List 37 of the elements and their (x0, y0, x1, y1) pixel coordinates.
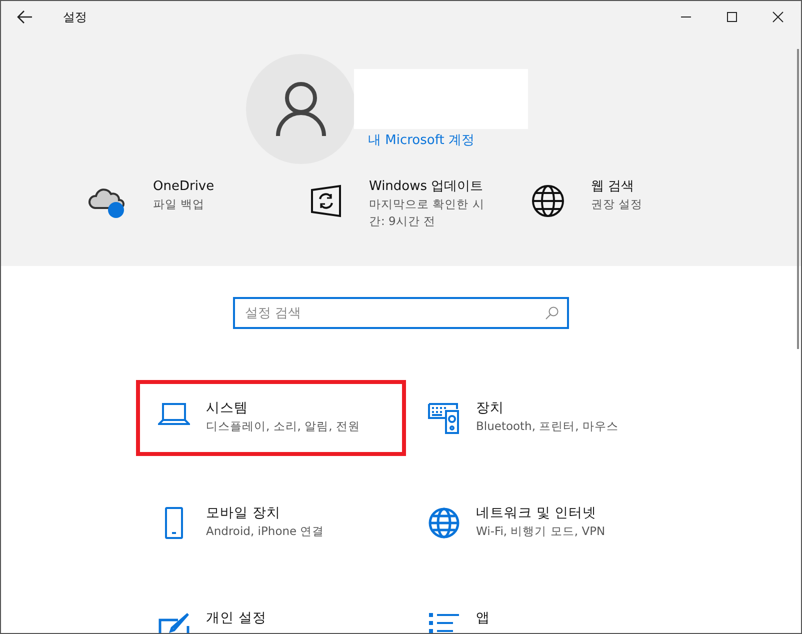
category-item[interactable]: 장치 Bluetooth, 프린터, 마우스 (406, 380, 676, 456)
search-field[interactable]: 설정 검색 (233, 297, 569, 329)
category-item[interactable]: 개인 설정 (136, 590, 406, 633)
globe-icon (428, 507, 460, 539)
category-subtitle: Wi-Fi, 비행기 모드, VPN (476, 523, 606, 540)
category-subtitle: Bluetooth, 프린터, 마우스 (476, 418, 618, 435)
keyboard-speaker-icon (428, 402, 460, 434)
quick-link-subtitle: 파일 백업 (153, 196, 206, 213)
quick-link-subtitle: 권장 설정 (591, 196, 644, 213)
maximize-icon (726, 11, 738, 23)
category-item[interactable]: 모바일 장치 Android, iPhone 연결 (136, 485, 406, 561)
category-subtitle: 디스플레이, 소리, 알림, 전원 (206, 418, 360, 435)
update-icon (309, 184, 343, 218)
search-icon (545, 306, 559, 320)
quick-link-subtitle: 마지막으로 확인한 시간: 9시간 전 (369, 196, 486, 230)
person-icon (275, 81, 327, 137)
back-arrow-icon (17, 10, 33, 24)
category-subtitle: Android, iPhone 연결 (206, 523, 324, 540)
category-title: 앱 (476, 609, 490, 628)
category-title: 개인 설정 (206, 609, 266, 628)
window-title: 설정 (63, 8, 87, 26)
category-title: 장치 (476, 399, 505, 418)
laptop-icon (158, 402, 190, 426)
paintbrush-icon (158, 612, 190, 633)
category-item[interactable]: 네트워크 및 인터넷 Wi-Fi, 비행기 모드, VPN (406, 485, 676, 561)
category-title: 시스템 (206, 399, 249, 418)
category-item[interactable]: 앱 (406, 590, 676, 633)
category-item[interactable]: 시스템 디스플레이, 소리, 알림, 전원 (136, 380, 406, 456)
close-icon (772, 11, 784, 23)
list-icon (428, 612, 460, 633)
quick-link-title[interactable]: OneDrive (153, 178, 283, 196)
quick-link-title[interactable]: Windows 업데이트 (369, 178, 499, 196)
category-title: 모바일 장치 (206, 504, 282, 523)
account-link[interactable]: 내 Microsoft 계정 (368, 131, 528, 149)
globe-icon (531, 184, 565, 218)
category-title: 네트워크 및 인터넷 (476, 504, 598, 523)
quick-link-title[interactable]: 웹 검색 (591, 178, 721, 196)
